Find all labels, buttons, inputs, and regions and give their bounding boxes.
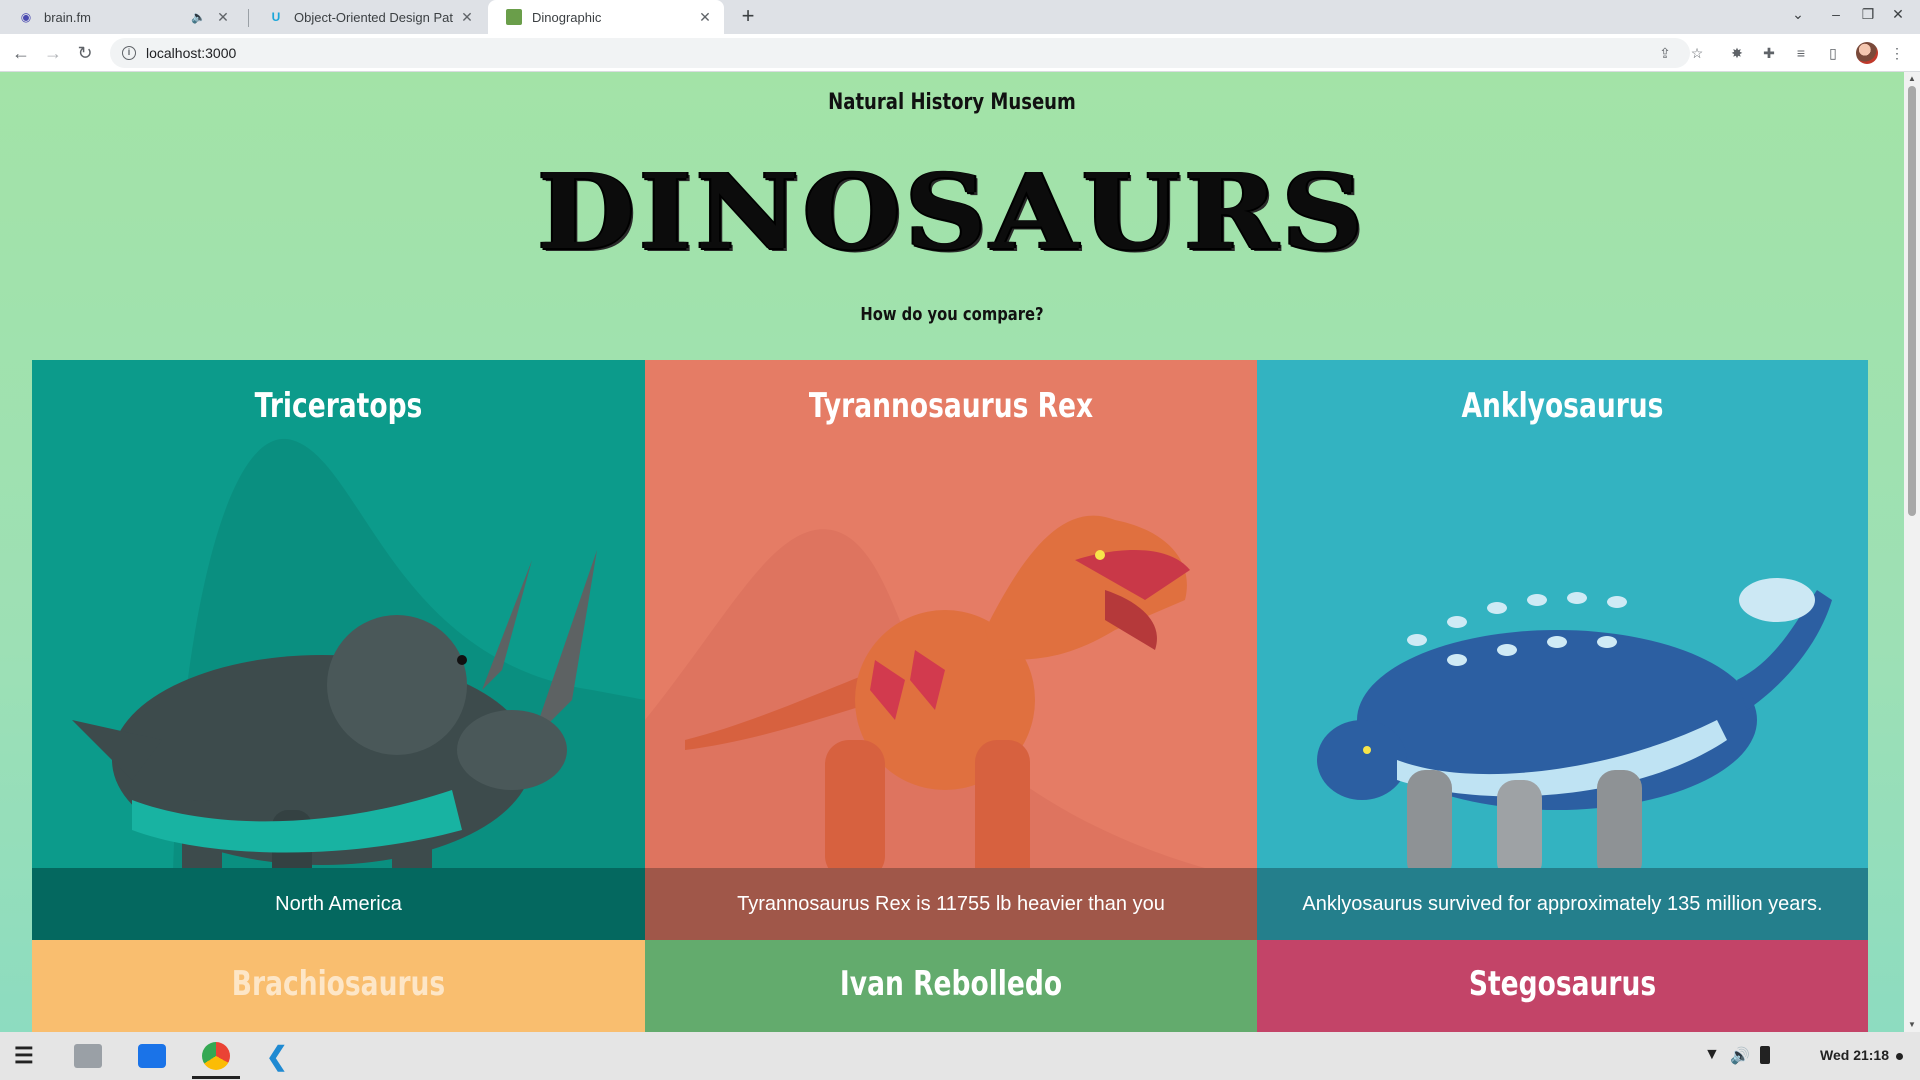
card-title: Tyrannosaurus Rex	[808, 386, 1094, 426]
card-fact: Anklyosaurus survived for approximately …	[1257, 868, 1868, 940]
bookmark-star-icon[interactable]: ☆	[1688, 44, 1706, 62]
trex-illustration	[645, 515, 1257, 940]
scroll-up-icon[interactable]: ▲	[1908, 74, 1916, 83]
launcher-icon[interactable]: ☰	[14, 1044, 40, 1068]
card-brachiosaurus[interactable]: Brachiosaurus	[32, 940, 645, 1032]
back-icon[interactable]: ←	[10, 42, 32, 64]
dino-grid: Triceratops North America Tyrannosaurus …	[32, 360, 1868, 1032]
vscode-icon[interactable]: ❮	[266, 1042, 294, 1070]
extensions-puzzle-icon[interactable]: ✚	[1760, 44, 1778, 62]
files-icon[interactable]	[74, 1044, 102, 1068]
card-title: Brachiosaurus	[231, 964, 446, 1004]
card-stegosaurus[interactable]: Stegosaurus	[1257, 940, 1868, 1032]
extension-bug-icon[interactable]: ✸	[1728, 44, 1746, 62]
tab-title: Dinographic	[532, 9, 602, 25]
scroll-down-icon[interactable]: ▼	[1908, 1020, 1916, 1029]
taskbar: ☰ ❮ ▼ 🔊 Wed 21:18	[0, 1032, 1920, 1080]
scrollbar-thumb[interactable]	[1908, 86, 1916, 516]
reload-icon[interactable]: ↻	[74, 42, 96, 64]
museum-title: Natural History Museum	[828, 90, 1076, 115]
card-title: Stegosaurus	[1468, 964, 1657, 1004]
close-icon[interactable]: ✕	[696, 8, 714, 26]
taskbar-clock[interactable]: Wed 21:18	[1820, 1047, 1889, 1063]
tab-title: Object-Oriented Design Pat	[294, 9, 453, 25]
menu-kebab-icon[interactable]: ⋮	[1888, 44, 1906, 62]
card-title: Ivan Rebolledo	[839, 964, 1063, 1004]
close-window-icon[interactable]: ✕	[1888, 6, 1908, 23]
tab-strip: ◉ brain.fm 🔈 ✕ U Object-Oriented Design …	[0, 0, 1920, 34]
ankylosaurus-illustration	[1317, 578, 1832, 880]
hero-title: DINOSAURS	[536, 150, 1368, 273]
browser-toolbar: ← → ↻ i localhost:3000 ⇪ ☆ ✸ ✚ ≡ ▯ ⋮	[0, 34, 1920, 72]
udacity-icon: U	[271, 10, 281, 24]
dinographic-icon	[506, 9, 522, 25]
address-bar[interactable]: i localhost:3000	[110, 38, 1690, 68]
page-scrollbar[interactable]: ▲ ▼	[1904, 72, 1920, 1032]
card-title: Anklyosaurus	[1461, 386, 1664, 426]
side-panel-icon[interactable]: ▯	[1824, 44, 1842, 62]
forward-icon[interactable]: →	[42, 42, 64, 64]
card-title: Triceratops	[254, 386, 423, 426]
card-anklyosaurus[interactable]: Anklyosaurus Anklyosaurus survived for a…	[1257, 360, 1868, 940]
page-viewport: Natural History Museum DINOSAURS How do …	[0, 72, 1904, 1032]
url-text[interactable]: localhost:3000	[146, 45, 236, 61]
chrome-active-indicator	[192, 1076, 240, 1079]
battery-icon[interactable]	[1760, 1046, 1770, 1064]
chrome-icon[interactable]	[202, 1042, 230, 1070]
restore-icon[interactable]: ❐	[1858, 6, 1878, 23]
tab-search-icon[interactable]: ⌄	[1788, 6, 1808, 23]
card-human[interactable]: Ivan Rebolledo	[645, 940, 1257, 1032]
profile-avatar[interactable]	[1856, 42, 1878, 64]
info-icon[interactable]: i	[122, 46, 136, 60]
card-triceratops[interactable]: Triceratops North America	[32, 360, 645, 940]
media-queue-icon[interactable]: ≡	[1792, 44, 1810, 62]
compare-subtitle: How do you compare?	[860, 304, 1044, 325]
tab-divider	[248, 9, 249, 27]
wifi-icon[interactable]: ▼	[1704, 1046, 1720, 1064]
speaker-icon[interactable]: 🔈	[191, 10, 206, 24]
close-icon[interactable]: ✕	[214, 8, 232, 26]
card-fact: Tyrannosaurus Rex is 11755 lb heavier th…	[645, 868, 1257, 940]
card-fact: North America	[32, 868, 645, 940]
minimize-icon[interactable]: –	[1826, 6, 1846, 22]
tab-object-oriented-design[interactable]: U Object-Oriented Design Pat ✕	[250, 0, 486, 34]
status-dot	[1896, 1053, 1903, 1060]
volume-icon[interactable]: 🔊	[1730, 1046, 1750, 1066]
close-icon[interactable]: ✕	[458, 8, 476, 26]
hero-heading: DINOSAURS	[0, 150, 1904, 273]
tab-dinographic[interactable]: Dinographic ✕	[488, 0, 724, 34]
triceratops-illustration	[72, 438, 645, 940]
brainfm-icon: ◉	[20, 10, 32, 24]
store-icon[interactable]	[138, 1044, 166, 1068]
tab-title: brain.fm	[44, 9, 91, 25]
tab-brainfm[interactable]: ◉ brain.fm 🔈 ✕	[0, 0, 242, 34]
new-tab-button[interactable]: +	[736, 5, 760, 29]
share-icon[interactable]: ⇪	[1656, 44, 1674, 62]
card-tyrannosaurus-rex[interactable]: Tyrannosaurus Rex Tyrannosaurus Rex is 1…	[645, 360, 1257, 940]
